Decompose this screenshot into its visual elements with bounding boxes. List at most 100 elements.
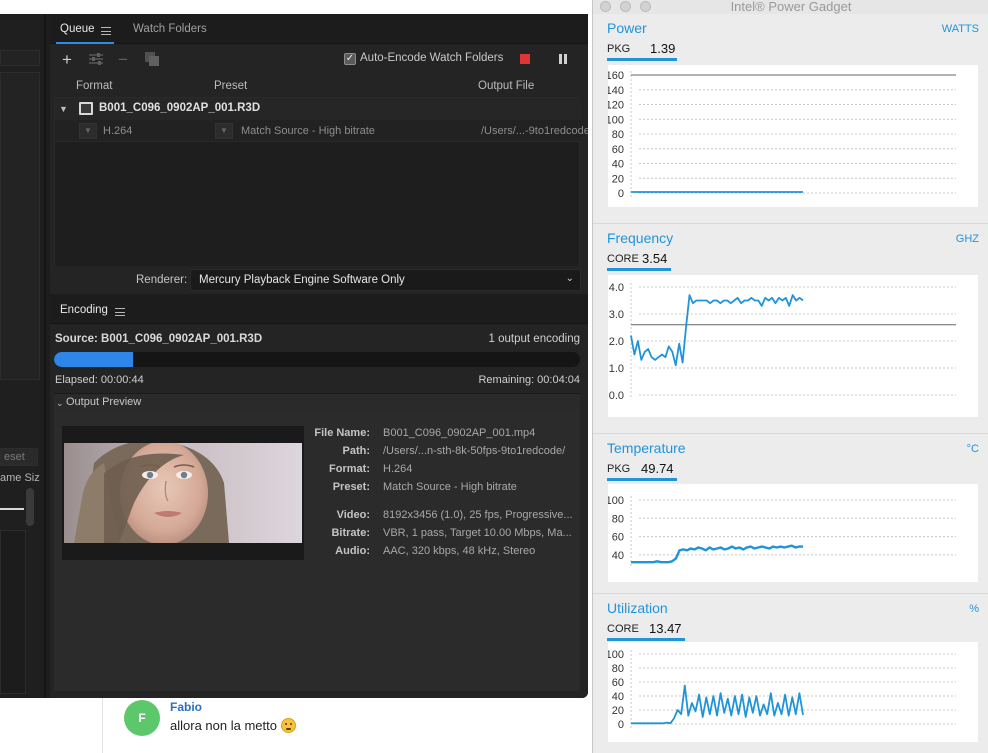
pause-queue-button[interactable] bbox=[558, 54, 568, 64]
preview-thumbnail bbox=[62, 426, 304, 560]
tab-queue[interactable]: Queue bbox=[60, 23, 95, 35]
series-line bbox=[630, 294, 804, 367]
power-gadget-window: Intel® Power Gadget Power WATTS PKG 1.39… bbox=[592, 0, 988, 753]
settings-icon[interactable] bbox=[88, 51, 104, 70]
y-tick-label: 100 bbox=[608, 649, 624, 661]
meta-value: VBR, 1 pass, Target 10.00 Mbps, Ma... bbox=[383, 527, 572, 539]
chevron-down-icon[interactable]: ⌄ bbox=[56, 398, 64, 409]
queue-output-row[interactable]: ▼ H.264 ▼ Match Source - High bitrate /U… bbox=[55, 120, 588, 142]
left-media-browser[interactable] bbox=[0, 72, 40, 380]
queue-list: ▼ B001_C096_0902AP_001.R3D ▼ H.264 ▼ Mat… bbox=[54, 97, 588, 267]
queue-output-format[interactable]: H.264 bbox=[103, 125, 132, 137]
y-tick-label: 20 bbox=[612, 173, 624, 185]
meta-key: Format: bbox=[329, 463, 370, 475]
format-dropdown-icon[interactable]: ▼ bbox=[79, 123, 97, 139]
power-gadget-titlebar: Intel® Power Gadget bbox=[593, 0, 988, 14]
left-panel-strip: eset ame Siz bbox=[0, 14, 46, 698]
meta-value: /Users/...n-sth-8k-50fps-9to1redcode/ bbox=[383, 445, 566, 457]
add-icon[interactable]: + bbox=[62, 51, 72, 68]
queue-output-preset[interactable]: Match Source - High bitrate bbox=[241, 125, 375, 137]
desktop: F Fabio allora non la metto eset ame Siz… bbox=[0, 0, 988, 753]
left-scrollbar[interactable] bbox=[26, 488, 34, 526]
remove-icon[interactable]: − bbox=[118, 51, 128, 68]
encoding-progress-fill bbox=[54, 352, 133, 367]
metric-underline bbox=[607, 638, 685, 641]
metric-tag: PKG bbox=[607, 43, 631, 55]
window-title: Intel® Power Gadget bbox=[730, 0, 852, 14]
metric-value: 3.54 bbox=[642, 251, 668, 266]
power-chart: 0 20 40 60 80 100 120 140 160 bbox=[608, 65, 978, 207]
y-tick-label: 0 bbox=[618, 719, 624, 731]
duplicate-icon[interactable] bbox=[144, 51, 160, 70]
encoding-panel-menu-icon[interactable] bbox=[115, 308, 125, 316]
section-title: Temperature bbox=[607, 440, 686, 456]
utilization-section: Utilization % CORE 13.47 0 20 40 60 80 100 bbox=[593, 594, 988, 753]
y-tick-label: 40 bbox=[612, 691, 624, 703]
elapsed-time: Elapsed: 00:00:44 bbox=[55, 374, 144, 386]
output-preview-body: File Name: B001_C096_0902AP_001.mp4 Path… bbox=[54, 411, 580, 691]
section-title: Utilization bbox=[607, 600, 668, 616]
left-slider-track[interactable] bbox=[0, 508, 24, 510]
y-tick-label: 40 bbox=[612, 550, 624, 562]
section-unit: °C bbox=[966, 443, 979, 455]
metric-value: 13.47 bbox=[649, 621, 682, 636]
y-tick-label: 0.0 bbox=[609, 390, 624, 402]
utilization-chart: 0 20 40 60 80 100 bbox=[608, 642, 978, 742]
metric-tag: CORE bbox=[607, 253, 639, 265]
output-preview-header[interactable]: ⌄ Output Preview bbox=[54, 393, 580, 411]
output-encoding-count: 1 output encoding bbox=[488, 333, 580, 345]
y-tick-label: 60 bbox=[612, 144, 624, 156]
chat-sender-name[interactable]: Fabio bbox=[170, 700, 202, 714]
stop-queue-button[interactable] bbox=[520, 54, 530, 64]
y-tick-label: 100 bbox=[608, 495, 624, 507]
chart-svg: 0.0 1.0 2.0 3.0 4.0 bbox=[609, 282, 956, 402]
preset-dropdown-icon[interactable]: ▼ bbox=[215, 123, 233, 139]
renderer-value: Mercury Playback Engine Software Only bbox=[199, 274, 405, 286]
meta-key: Bitrate: bbox=[331, 527, 370, 539]
queue-source-filename: B001_C096_0902AP_001.R3D bbox=[99, 102, 261, 114]
encoding-panel: Encoding Source: B001_C096_0902AP_001.R3… bbox=[50, 296, 588, 698]
metric-underline bbox=[607, 58, 677, 61]
left-reset-button[interactable]: eset bbox=[0, 448, 38, 466]
section-title: Power bbox=[607, 20, 647, 36]
chart-svg: 0 20 40 60 80 100 120 140 160 bbox=[608, 70, 956, 200]
section-unit: WATTS bbox=[941, 23, 979, 35]
tab-encoding[interactable]: Encoding bbox=[60, 304, 108, 316]
encoding-progress-bar bbox=[54, 352, 580, 367]
series-line bbox=[631, 544, 803, 564]
tab-watch-folders[interactable]: Watch Folders bbox=[133, 23, 207, 35]
column-header-preset[interactable]: Preset bbox=[214, 80, 247, 92]
temperature-section: Temperature °C PKG 49.74 40 60 80 100 bbox=[593, 434, 988, 594]
encoding-tabbar: Encoding bbox=[50, 296, 588, 324]
left-search-field[interactable] bbox=[0, 50, 40, 66]
queue-output-file[interactable]: /Users/...-9to1redcode bbox=[481, 125, 588, 137]
meta-key: File Name: bbox=[314, 427, 370, 439]
left-column-header-frame-size: ame Siz bbox=[0, 472, 40, 484]
chevron-down-icon[interactable]: ▼ bbox=[59, 104, 68, 114]
avatar[interactable]: F bbox=[124, 700, 160, 736]
power-section: Power WATTS PKG 1.39 0 20 40 60 80 100 120 140 1… bbox=[593, 14, 988, 224]
auto-encode-checkbox[interactable]: ✓ bbox=[344, 53, 356, 65]
frequency-section: Frequency GHZ CORE 3.54 0.0 1.0 2.0 3.0 4.0 bbox=[593, 224, 988, 434]
metric-value: 49.74 bbox=[641, 461, 674, 476]
column-header-format[interactable]: Format bbox=[76, 80, 112, 92]
renderer-select[interactable]: Mercury Playback Engine Software Only ⌄ bbox=[190, 269, 581, 291]
meta-value: H.264 bbox=[383, 463, 413, 475]
y-tick-label: 1.0 bbox=[609, 363, 624, 375]
y-tick-label: 140 bbox=[608, 85, 624, 97]
queue-source-row[interactable]: ▼ B001_C096_0902AP_001.R3D bbox=[55, 98, 581, 120]
metric-underline bbox=[607, 478, 677, 481]
tab-queue-underline bbox=[56, 42, 114, 44]
left-list bbox=[0, 530, 26, 694]
queue-panel-menu-icon[interactable] bbox=[101, 27, 111, 35]
metric-underline bbox=[607, 268, 671, 271]
chat-divider bbox=[102, 698, 103, 753]
grimace-emoji-icon bbox=[280, 718, 296, 733]
encoding-source: Source: B001_C096_0902AP_001.R3D bbox=[55, 333, 263, 345]
meta-value: Match Source - High bitrate bbox=[383, 481, 517, 493]
metric-tag: CORE bbox=[607, 623, 639, 635]
y-tick-label: 60 bbox=[612, 532, 624, 544]
column-header-output-file[interactable]: Output File bbox=[478, 80, 534, 92]
remaining-time: Remaining: 00:04:04 bbox=[478, 374, 580, 386]
metric-value: 1.39 bbox=[650, 41, 676, 56]
